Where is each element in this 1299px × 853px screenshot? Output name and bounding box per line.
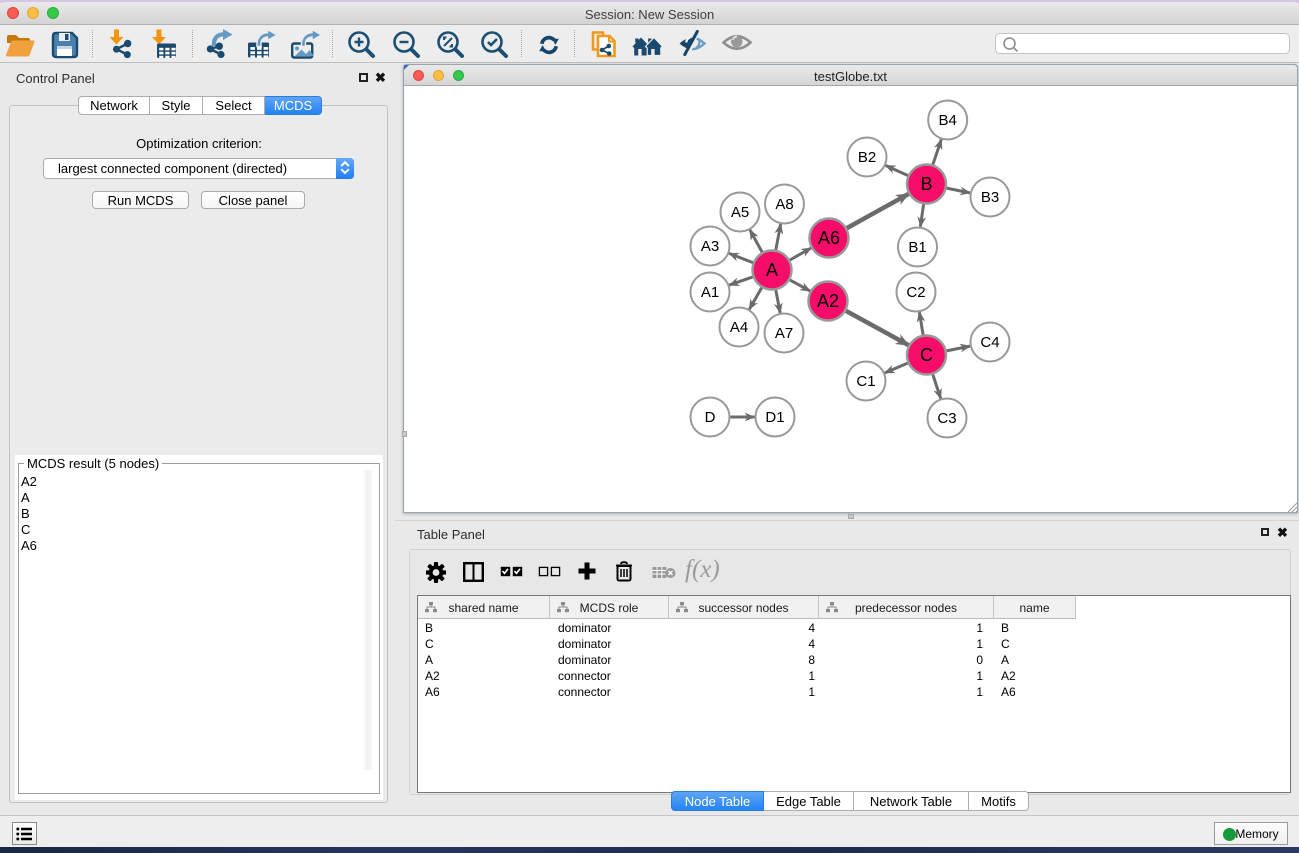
svg-text:A: A [766,260,778,280]
svg-text:A4: A4 [730,319,748,336]
svg-text:A8: A8 [775,196,793,213]
svg-text:A6: A6 [818,228,840,248]
svg-text:A1: A1 [701,284,719,301]
svg-text:D1: D1 [765,409,784,426]
svg-text:B4: B4 [939,112,957,129]
svg-text:A5: A5 [731,204,749,221]
svg-text:C: C [920,345,933,365]
svg-text:B: B [920,174,932,194]
svg-text:D: D [705,409,716,426]
svg-text:A7: A7 [775,325,793,342]
svg-text:B3: B3 [981,189,999,206]
svg-text:C3: C3 [937,410,956,427]
svg-text:A2: A2 [817,291,839,311]
svg-text:C4: C4 [980,334,999,351]
svg-text:B2: B2 [858,149,876,166]
svg-text:C2: C2 [906,284,925,301]
svg-text:C1: C1 [856,373,875,390]
svg-text:A3: A3 [701,238,719,255]
svg-text:B1: B1 [908,239,926,256]
